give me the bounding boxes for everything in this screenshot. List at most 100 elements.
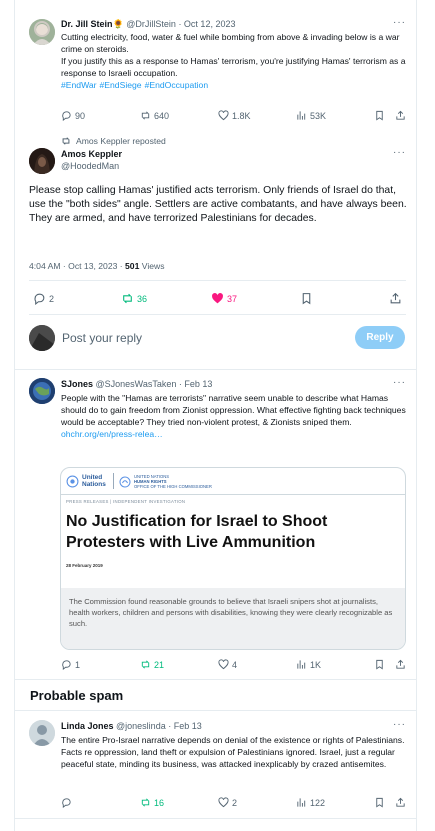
divider xyxy=(29,280,406,281)
hashtag-endsiege[interactable]: #EndSiege xyxy=(100,80,142,90)
reply-button[interactable]: 90 xyxy=(61,110,85,121)
more-icon[interactable]: ··· xyxy=(393,719,406,730)
repost-icon xyxy=(123,293,132,304)
like-count: 37 xyxy=(227,293,238,304)
views-count: 122 xyxy=(310,797,326,808)
repost-count: 36 xyxy=(137,293,148,304)
author-name[interactable]: Linda Jones xyxy=(61,721,114,731)
section-title: Probable spam xyxy=(30,688,124,703)
divider xyxy=(14,818,417,819)
views-button[interactable]: 53K xyxy=(296,110,326,121)
reply-count: 2 xyxy=(49,293,55,304)
avatar[interactable] xyxy=(29,378,55,404)
reply-icon xyxy=(34,293,45,305)
card-kicker: PRESS RELEASES | INDEPENDENT INVESTIGATI… xyxy=(66,499,186,504)
un-logo: United Nations xyxy=(66,474,106,488)
ohchr-line3: OFFICE OF THE HIGH COMMISSIONER xyxy=(134,484,212,489)
heart-filled-icon xyxy=(212,293,223,304)
repost-count: 16 xyxy=(154,797,165,808)
avatar xyxy=(29,325,55,351)
more-icon[interactable]: ··· xyxy=(393,377,406,388)
repost-button[interactable]: 16 xyxy=(140,797,164,808)
un-emblem-icon xyxy=(66,475,79,487)
views-icon xyxy=(297,111,306,120)
card-summary-block: The Commission found reasonable grounds … xyxy=(61,588,405,649)
reply-input[interactable]: Post your reply xyxy=(62,331,142,345)
more-icon[interactable]: ··· xyxy=(393,17,406,28)
avatar[interactable] xyxy=(29,148,55,174)
hashtags: #EndWar #EndSiege #EndOccupation xyxy=(61,79,406,91)
bookmark-icon xyxy=(302,293,311,305)
post-text-line2: If you justify this as a response to Ham… xyxy=(61,56,406,78)
views-button[interactable]: 1K xyxy=(296,659,321,670)
share-button[interactable] xyxy=(395,110,406,121)
divider xyxy=(14,369,417,370)
author-name[interactable]: Dr. Jill Stein xyxy=(61,19,113,29)
repost-button[interactable]: 21 xyxy=(140,659,164,670)
like-button[interactable]: 37 xyxy=(211,292,237,305)
reply-icon xyxy=(62,111,71,121)
reply-icon xyxy=(62,798,71,808)
author-handle[interactable]: @HoodedMan xyxy=(61,161,122,171)
share-icon xyxy=(396,659,405,669)
like-button[interactable]: 2 xyxy=(218,797,237,808)
bookmark-button[interactable] xyxy=(300,292,313,305)
hashtag-endoccupation[interactable]: #EndOccupation xyxy=(145,80,209,90)
post-date[interactable]: · Feb 13 xyxy=(179,379,213,389)
views-button[interactable]: 122 xyxy=(296,797,325,808)
reply-submit-button[interactable]: Reply xyxy=(355,326,405,349)
repost-button[interactable]: 36 xyxy=(121,292,147,305)
hashtag-endwar[interactable]: #EndWar xyxy=(61,80,97,90)
share-button[interactable] xyxy=(395,797,406,808)
post-date[interactable]: · Feb 13 xyxy=(168,721,202,731)
more-icon[interactable]: ··· xyxy=(393,147,406,158)
right-border xyxy=(416,0,417,831)
author-handle[interactable]: @DrJillStein xyxy=(126,19,176,29)
un-logo-line2: Nations xyxy=(82,481,106,488)
repost-button[interactable]: 640 xyxy=(140,110,169,121)
bookmark-button[interactable] xyxy=(374,110,385,121)
like-count: 2 xyxy=(232,797,238,808)
post-date[interactable]: · Oct 12, 2023 xyxy=(178,19,235,29)
author-handle[interactable]: @SJonesWasTaken xyxy=(96,379,177,389)
reply-icon xyxy=(62,660,71,670)
heart-icon xyxy=(218,797,229,808)
share-icon xyxy=(396,797,405,807)
card-summary: The Commission found reasonable grounds … xyxy=(69,597,393,628)
bookmark-icon xyxy=(376,659,383,670)
like-button[interactable]: 1.8K xyxy=(218,110,251,121)
repost-icon xyxy=(62,137,70,145)
divider xyxy=(14,710,417,711)
bookmark-button[interactable] xyxy=(374,797,385,808)
reply-button[interactable] xyxy=(61,797,72,808)
share-button[interactable] xyxy=(389,292,402,305)
share-button[interactable] xyxy=(395,659,406,670)
author-handle[interactable]: @joneslinda xyxy=(116,721,166,731)
avatar[interactable] xyxy=(29,19,55,45)
divider xyxy=(14,679,417,680)
bookmark-button[interactable] xyxy=(374,659,385,670)
divider xyxy=(29,314,406,315)
repost-label[interactable]: Amos Keppler reposted xyxy=(76,136,166,146)
views-label: Views xyxy=(139,261,165,271)
repost-icon xyxy=(141,798,150,807)
card-date: 28 February 2019 xyxy=(66,563,103,568)
like-button[interactable]: 4 xyxy=(218,659,237,670)
repost-count: 21 xyxy=(154,659,165,670)
reply-count: 1 xyxy=(75,659,81,670)
repost-icon xyxy=(141,111,150,120)
reply-button[interactable]: 2 xyxy=(33,292,54,305)
author-name[interactable]: SJones xyxy=(61,379,93,389)
avatar[interactable] xyxy=(29,720,55,746)
like-count: 1.8K xyxy=(232,110,251,121)
post-text: Please stop calling Hamas' justified act… xyxy=(29,185,407,224)
post-time[interactable]: 4:04 AM · Oct 13, 2023 · xyxy=(29,261,125,271)
card-headline: No Justification for Israel to Shoot Pro… xyxy=(66,513,328,551)
bookmark-icon xyxy=(376,110,383,121)
post-link[interactable]: ohchr.org/en/press-relea… xyxy=(61,428,407,440)
share-icon xyxy=(390,292,401,304)
views-icon xyxy=(297,798,306,807)
reply-button[interactable]: 1 xyxy=(61,659,80,670)
link-card[interactable]: United Nations UNITED NATIONS HUMAN RIGH… xyxy=(60,467,406,650)
author-name[interactable]: Amos Keppler xyxy=(61,149,122,159)
